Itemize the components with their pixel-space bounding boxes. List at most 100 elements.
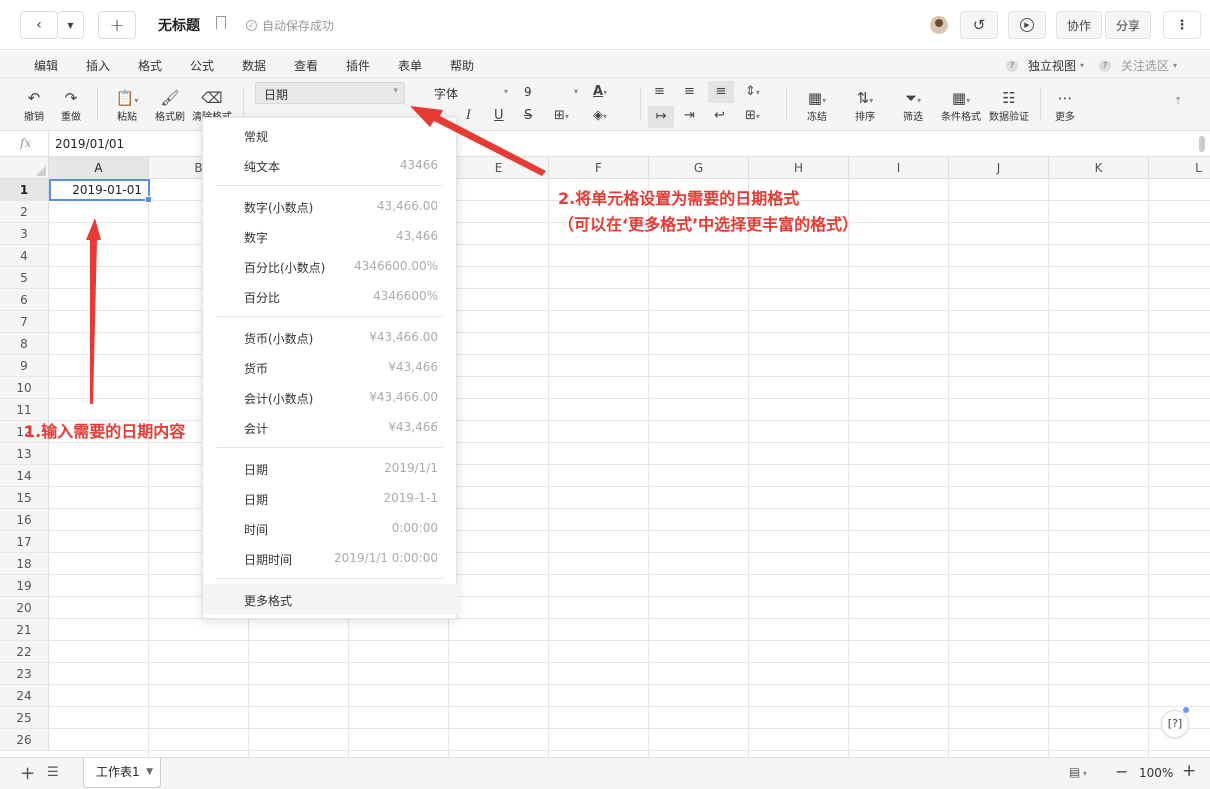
sort-button[interactable]: ⇅▾ 排序 bbox=[848, 88, 882, 123]
underline-button[interactable]: U bbox=[494, 108, 504, 123]
standalone-view-toggle[interactable]: ? 独立视图 ▾ bbox=[1006, 57, 1084, 74]
column-header[interactable]: A bbox=[49, 157, 149, 179]
align-left-button[interactable]: ≡ bbox=[654, 84, 665, 99]
merge-button[interactable]: ⊞▾ bbox=[745, 108, 760, 123]
view-mode-button[interactable]: ▤ ▾ bbox=[1069, 765, 1087, 779]
sheet-tab[interactable]: 工作表1 ▼ bbox=[83, 758, 161, 788]
font-color-button[interactable]: A▾ bbox=[593, 84, 607, 99]
row-header[interactable]: 3 bbox=[0, 223, 49, 245]
border-button[interactable]: ⊞▾ bbox=[554, 108, 569, 123]
format-option-plain-text[interactable]: 纯文本 43466 bbox=[203, 150, 458, 180]
add-sheet-button[interactable]: + bbox=[20, 763, 35, 784]
conditional-format-button[interactable]: ▦▾ 条件格式 bbox=[938, 88, 984, 123]
more-tools-button[interactable]: ⋯ 更多 bbox=[1050, 88, 1080, 123]
help-button[interactable]: [?] bbox=[1161, 707, 1189, 738]
back-button[interactable]: ‹ bbox=[20, 11, 58, 39]
column-header[interactable]: L bbox=[1149, 157, 1210, 179]
overflow-button[interactable]: ↦ bbox=[648, 106, 674, 128]
format-option-accounting[interactable]: 会计 ¥43,466 bbox=[203, 412, 458, 442]
row-header[interactable]: 21 bbox=[0, 619, 49, 641]
document-title[interactable]: 无标题 bbox=[158, 15, 200, 35]
column-header[interactable]: F bbox=[549, 157, 649, 179]
row-header[interactable]: 6 bbox=[0, 289, 49, 311]
format-option-percent[interactable]: 百分比 4346600% bbox=[203, 281, 458, 311]
format-option-number[interactable]: 数字 43,466 bbox=[203, 221, 458, 251]
column-header[interactable]: E bbox=[449, 157, 549, 179]
row-header[interactable]: 22 bbox=[0, 641, 49, 663]
row-header[interactable]: 15 bbox=[0, 487, 49, 509]
column-header[interactable]: J bbox=[949, 157, 1049, 179]
cell-a1[interactable]: 2019-01-01 bbox=[49, 179, 152, 203]
format-option-currency-decimal[interactable]: 货币(小数点) ¥43,466.00 bbox=[203, 322, 458, 352]
row-header[interactable]: 19 bbox=[0, 575, 49, 597]
format-option-time[interactable]: 时间 0:00:00 bbox=[203, 513, 458, 543]
fill-color-button[interactable]: ◈▾ bbox=[593, 108, 607, 123]
scrollbar-thumb[interactable] bbox=[1199, 136, 1205, 152]
menu-insert[interactable]: 插入 bbox=[86, 57, 110, 74]
italic-button[interactable]: I bbox=[466, 108, 471, 123]
format-option-date-dash[interactable]: 日期 2019-1-1 bbox=[203, 483, 458, 513]
present-button[interactable]: ▶ bbox=[1008, 11, 1046, 39]
undo-button[interactable]: ↶ 撤销 bbox=[20, 88, 48, 123]
collapse-toolbar-button[interactable]: ⇡ bbox=[1174, 96, 1182, 107]
row-header[interactable]: 10 bbox=[0, 377, 49, 399]
menu-edit[interactable]: 编辑 bbox=[34, 57, 58, 74]
zoom-level[interactable]: 100% bbox=[1139, 766, 1173, 780]
row-header[interactable]: 17 bbox=[0, 531, 49, 553]
column-header[interactable]: G bbox=[649, 157, 749, 179]
menu-view[interactable]: 查看 bbox=[294, 57, 318, 74]
number-format-select[interactable]: 日期 ▾ bbox=[255, 82, 405, 104]
align-right-button[interactable]: ≡ bbox=[708, 81, 734, 103]
menu-help[interactable]: 帮助 bbox=[450, 57, 474, 74]
format-option-currency[interactable]: 货币 ¥43,466 bbox=[203, 352, 458, 382]
vertical-align-button[interactable]: ⇕▾ bbox=[745, 84, 760, 99]
format-option-number-decimal[interactable]: 数字(小数点) 43,466.00 bbox=[203, 191, 458, 221]
strikethrough-button[interactable]: S bbox=[524, 108, 532, 123]
zoom-out-button[interactable]: − bbox=[1115, 762, 1128, 781]
sheet-list-button[interactable]: ☰ bbox=[47, 765, 59, 780]
row-header[interactable]: 5 bbox=[0, 267, 49, 289]
redo-button[interactable]: ↷ 重做 bbox=[57, 88, 85, 123]
row-header[interactable]: 18 bbox=[0, 553, 49, 575]
column-header[interactable]: H bbox=[749, 157, 849, 179]
row-header[interactable]: 7 bbox=[0, 311, 49, 333]
history-dropdown-button[interactable]: ▼ bbox=[58, 11, 84, 39]
more-formats-option[interactable]: 更多格式 bbox=[203, 584, 458, 614]
column-header[interactable]: I bbox=[849, 157, 949, 179]
row-header[interactable]: 26 bbox=[0, 729, 49, 751]
menu-formula[interactable]: 公式 bbox=[190, 57, 214, 74]
format-painter-button[interactable]: 🖌 格式刷 bbox=[152, 88, 188, 123]
font-family-select[interactable]: 字体 ▾ bbox=[434, 85, 514, 102]
row-header[interactable]: 20 bbox=[0, 597, 49, 619]
paste-button[interactable]: 📋▾ 粘贴 bbox=[110, 88, 144, 123]
column-header[interactable]: K bbox=[1049, 157, 1149, 179]
data-validation-button[interactable]: ☷ 数据验证 bbox=[986, 88, 1032, 123]
freeze-button[interactable]: ▦▾ 冻结 bbox=[800, 88, 834, 123]
format-option-date-slash[interactable]: 日期 2019/1/1 bbox=[203, 453, 458, 483]
spreadsheet-grid[interactable]: ABCDEFGHIJKL 123456789101112131415161718… bbox=[0, 157, 1210, 757]
collaborate-button[interactable]: 协作 bbox=[1056, 11, 1102, 39]
filter-button[interactable]: ⏷▾ 筛选 bbox=[896, 88, 930, 123]
row-header[interactable]: 2 bbox=[0, 201, 49, 223]
row-header[interactable]: 1 bbox=[0, 179, 49, 201]
clip-button[interactable]: ↩ bbox=[714, 108, 725, 123]
row-header[interactable]: 4 bbox=[0, 245, 49, 267]
avatar[interactable] bbox=[930, 16, 948, 34]
row-header[interactable]: 25 bbox=[0, 707, 49, 729]
menu-form[interactable]: 表单 bbox=[398, 57, 422, 74]
history-button[interactable]: ↺ bbox=[960, 11, 998, 39]
align-center-button[interactable]: ≡ bbox=[684, 84, 695, 99]
row-header[interactable]: 13 bbox=[0, 443, 49, 465]
font-size-select[interactable]: 9 ▾ bbox=[524, 85, 580, 99]
row-header[interactable]: 23 bbox=[0, 663, 49, 685]
row-header[interactable]: 14 bbox=[0, 465, 49, 487]
bookmark-icon[interactable] bbox=[216, 16, 226, 29]
menu-plugins[interactable]: 插件 bbox=[346, 57, 370, 74]
caret-down-icon[interactable]: ▼ bbox=[146, 758, 153, 786]
menu-format[interactable]: 格式 bbox=[138, 57, 162, 74]
wrap-button[interactable]: ⇥ bbox=[684, 108, 695, 123]
menu-data[interactable]: 数据 bbox=[242, 57, 266, 74]
more-menu-button[interactable]: ⋮ bbox=[1163, 11, 1201, 39]
format-option-accounting-decimal[interactable]: 会计(小数点) ¥43,466.00 bbox=[203, 382, 458, 412]
zoom-in-button[interactable]: + bbox=[1182, 761, 1196, 781]
